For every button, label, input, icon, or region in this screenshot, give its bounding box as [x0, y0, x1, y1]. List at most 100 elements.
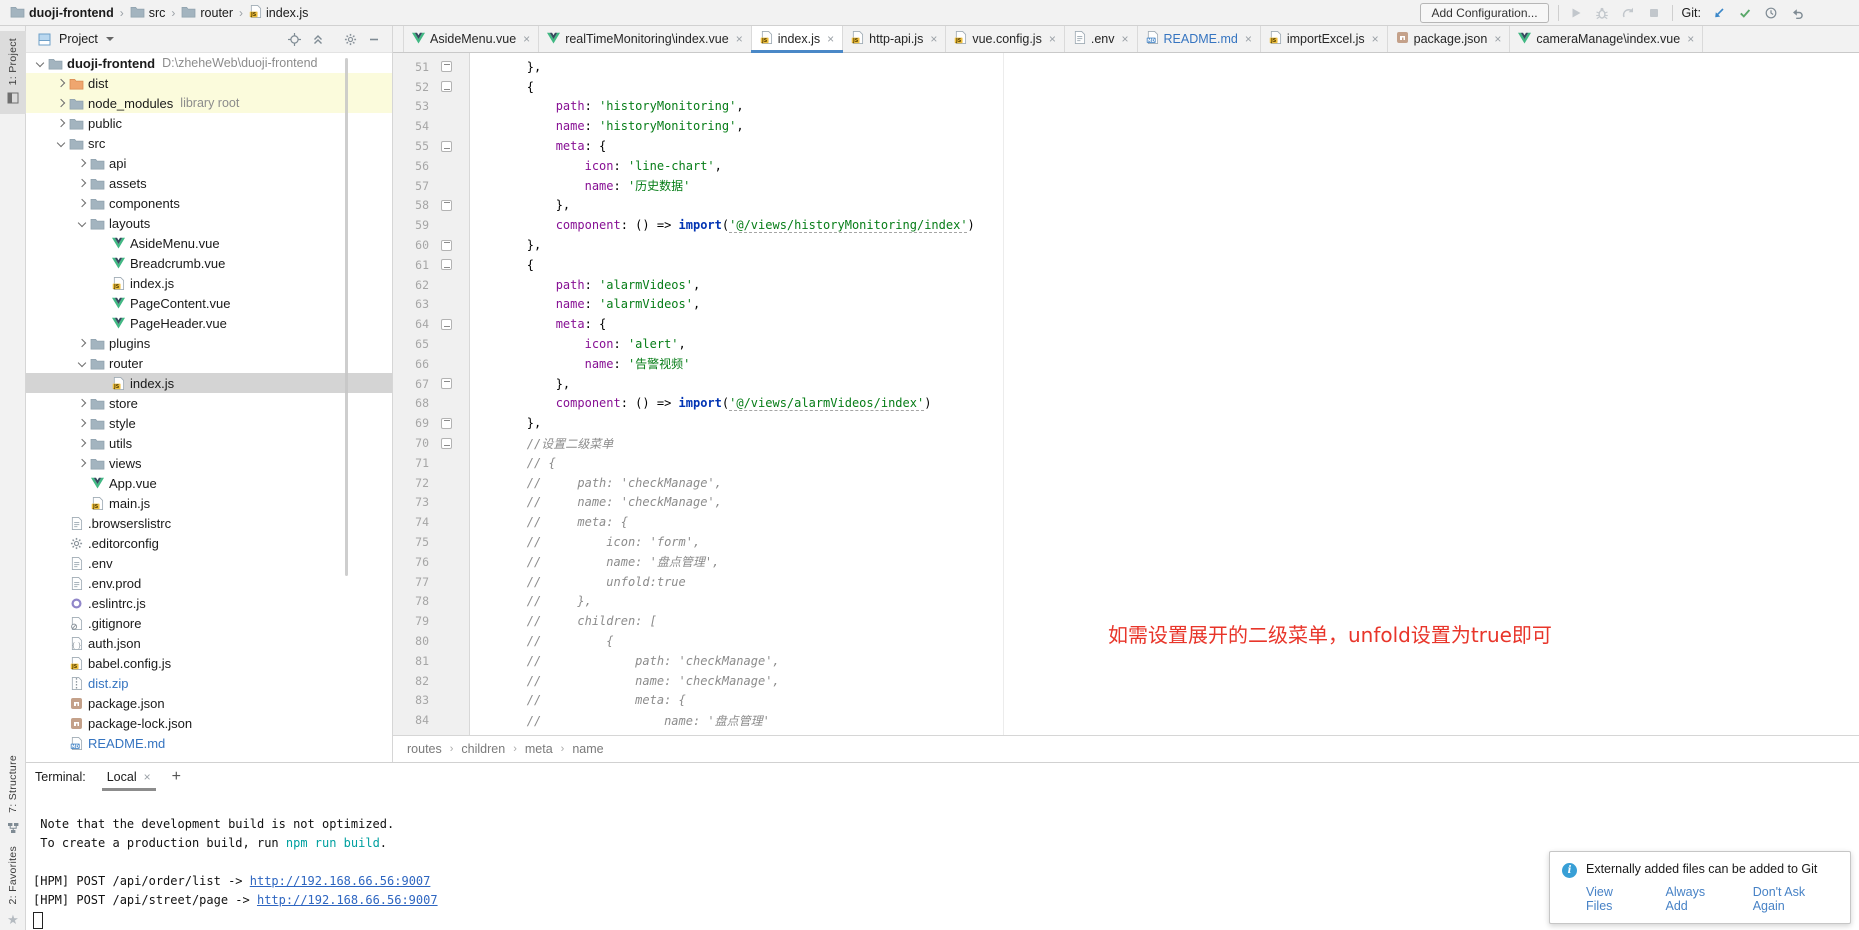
project-panel-title[interactable]: Project [59, 32, 98, 46]
tree-item-Breadcrumb.vue[interactable]: Breadcrumb.vue [26, 253, 392, 273]
editor-tab-importExcel.js[interactable]: JSimportExcel.js× [1261, 26, 1388, 52]
panel-settings-button[interactable] [341, 31, 359, 47]
tree-item-PageContent.vue[interactable]: PageContent.vue [26, 293, 392, 313]
tree-item-router[interactable]: router [26, 353, 392, 373]
tree-item-.env.prod[interactable]: .env.prod [26, 573, 392, 593]
tab-close-icon[interactable]: × [523, 32, 530, 46]
chevron-right-icon[interactable] [74, 440, 89, 446]
chevron-down-icon[interactable] [74, 220, 89, 226]
structure-icon[interactable] [7, 822, 19, 837]
path-breadcrumb-item[interactable]: src [130, 5, 166, 21]
fold-marker-icon[interactable] [441, 378, 452, 389]
chevron-down-icon[interactable] [74, 360, 89, 366]
path-breadcrumb-item[interactable]: duoji-frontend [10, 5, 114, 21]
notification-action-don-t-ask-again[interactable]: Don't Ask Again [1753, 885, 1838, 913]
tool-strip-structure-tab[interactable]: 7: Structure [7, 755, 19, 813]
path-breadcrumb-item[interactable]: router [181, 5, 233, 21]
fold-marker-icon[interactable] [441, 319, 452, 330]
chevron-right-icon[interactable] [74, 180, 89, 186]
tree-item-store[interactable]: store [26, 393, 392, 413]
tree-item-index.js[interactable]: JSindex.js [26, 273, 392, 293]
chevron-down-icon[interactable] [106, 37, 114, 41]
tree-item-dist.zip[interactable]: dist.zip [26, 673, 392, 693]
debug-button[interactable] [1594, 5, 1611, 21]
editor-breadcrumb-item[interactable]: children [461, 742, 505, 756]
tab-close-icon[interactable]: × [1245, 32, 1252, 46]
tree-item-PageHeader.vue[interactable]: PageHeader.vue [26, 313, 392, 333]
fold-marker-icon[interactable] [441, 141, 452, 152]
git-commit-button[interactable] [1736, 5, 1753, 21]
tree-item-index.js[interactable]: JSindex.js [26, 373, 392, 393]
tree-item-public[interactable]: public [26, 113, 392, 133]
chevron-right-icon[interactable] [74, 340, 89, 346]
new-terminal-button[interactable]: + [172, 769, 181, 785]
path-breadcrumb-item[interactable]: JSindex.js [249, 5, 308, 21]
terminal-tab-local[interactable]: Local × [102, 763, 156, 791]
hide-panel-button[interactable] [365, 31, 383, 47]
tree-item-src[interactable]: src [26, 133, 392, 153]
tree-item-AsideMenu.vue[interactable]: AsideMenu.vue [26, 233, 392, 253]
tree-item-views[interactable]: views [26, 453, 392, 473]
project-scrollbar-thumb[interactable] [345, 58, 348, 576]
tree-item-App.vue[interactable]: App.vue [26, 473, 392, 493]
editor-tab-index.js[interactable]: JSindex.js× [752, 26, 843, 52]
editor-tab-README.md[interactable]: MDREADME.md× [1138, 26, 1261, 52]
tree-item-.editorconfig[interactable]: .editorconfig [26, 533, 392, 553]
tree-item-assets[interactable]: assets [26, 173, 392, 193]
profiler-button[interactable] [1620, 5, 1637, 21]
fold-marker-icon[interactable] [441, 61, 452, 72]
locate-file-button[interactable] [285, 31, 303, 47]
editor-breadcrumb-item[interactable]: meta [525, 742, 553, 756]
editor-breadcrumb-item[interactable]: routes [407, 742, 442, 756]
tree-item-README.md[interactable]: MDREADME.md [26, 733, 392, 753]
tree-item-auth.json[interactable]: { }auth.json [26, 633, 392, 653]
editor-tab-vue.config.js[interactable]: JSvue.config.js× [946, 26, 1065, 52]
tab-close-icon[interactable]: × [1121, 32, 1128, 46]
editor-tab-http-api.js[interactable]: JShttp-api.js× [843, 26, 946, 52]
notification-action-view-files[interactable]: View Files [1586, 885, 1642, 913]
tool-strip-project-tab[interactable]: 1: Project [0, 31, 26, 114]
tree-item-utils[interactable]: utils [26, 433, 392, 453]
editor-tab-.env[interactable]: .env× [1065, 26, 1138, 52]
tab-close-icon[interactable]: × [1049, 32, 1056, 46]
tree-item-style[interactable]: style [26, 413, 392, 433]
tree-item-.eslintrc.js[interactable]: .eslintrc.js [26, 593, 392, 613]
tab-close-icon[interactable]: × [827, 32, 834, 46]
run-button[interactable] [1568, 5, 1585, 21]
tree-item-package-lock.json[interactable]: package-lock.json [26, 713, 392, 733]
editor-breadcrumb-item[interactable]: name [572, 742, 603, 756]
add-configuration-button[interactable]: Add Configuration... [1420, 3, 1548, 23]
chevron-right-icon[interactable] [74, 160, 89, 166]
tab-close-icon[interactable]: × [1687, 32, 1694, 46]
editor-tab-package.json[interactable]: package.json× [1388, 26, 1511, 52]
editor-tab-AsideMenu.vue[interactable]: AsideMenu.vue× [403, 26, 539, 52]
stop-button[interactable] [1646, 5, 1663, 21]
fold-marker-icon[interactable] [441, 438, 452, 449]
chevron-down-icon[interactable] [32, 60, 47, 66]
tree-item-.env[interactable]: .env [26, 553, 392, 573]
collapse-all-button[interactable] [309, 31, 327, 47]
tree-item-package.json[interactable]: package.json [26, 693, 392, 713]
git-update-button[interactable] [1710, 5, 1727, 21]
tree-item-babel.config.js[interactable]: JSbabel.config.js [26, 653, 392, 673]
tree-item-duoji-frontend[interactable]: duoji-frontendD:\zheheWeb\duoji-frontend [26, 53, 392, 73]
chevron-right-icon[interactable] [74, 460, 89, 466]
notification-action-always-add[interactable]: Always Add [1666, 885, 1729, 913]
tree-item-main.js[interactable]: JSmain.js [26, 493, 392, 513]
fold-marker-icon[interactable] [441, 240, 452, 251]
close-icon[interactable]: × [144, 770, 151, 784]
tool-strip-favorites-tab[interactable]: 2: Favorites [7, 846, 19, 904]
tree-item-components[interactable]: components [26, 193, 392, 213]
favorites-star-icon[interactable]: ★ [7, 913, 19, 926]
fold-marker-icon[interactable] [441, 200, 452, 211]
tree-item-api[interactable]: api [26, 153, 392, 173]
tree-item-.browserslistrc[interactable]: .browserslistrc [26, 513, 392, 533]
tab-close-icon[interactable]: × [736, 32, 743, 46]
chevron-right-icon[interactable] [53, 80, 68, 86]
chevron-right-icon[interactable] [74, 200, 89, 206]
fold-marker-icon[interactable] [441, 81, 452, 92]
tree-item-dist[interactable]: dist [26, 73, 392, 93]
git-history-button[interactable] [1762, 5, 1779, 21]
tree-item-.gitignore[interactable]: .gitignore [26, 613, 392, 633]
code-editor[interactable]: 51 },52 {53 path: 'historyMonitoring',54… [393, 53, 1859, 735]
